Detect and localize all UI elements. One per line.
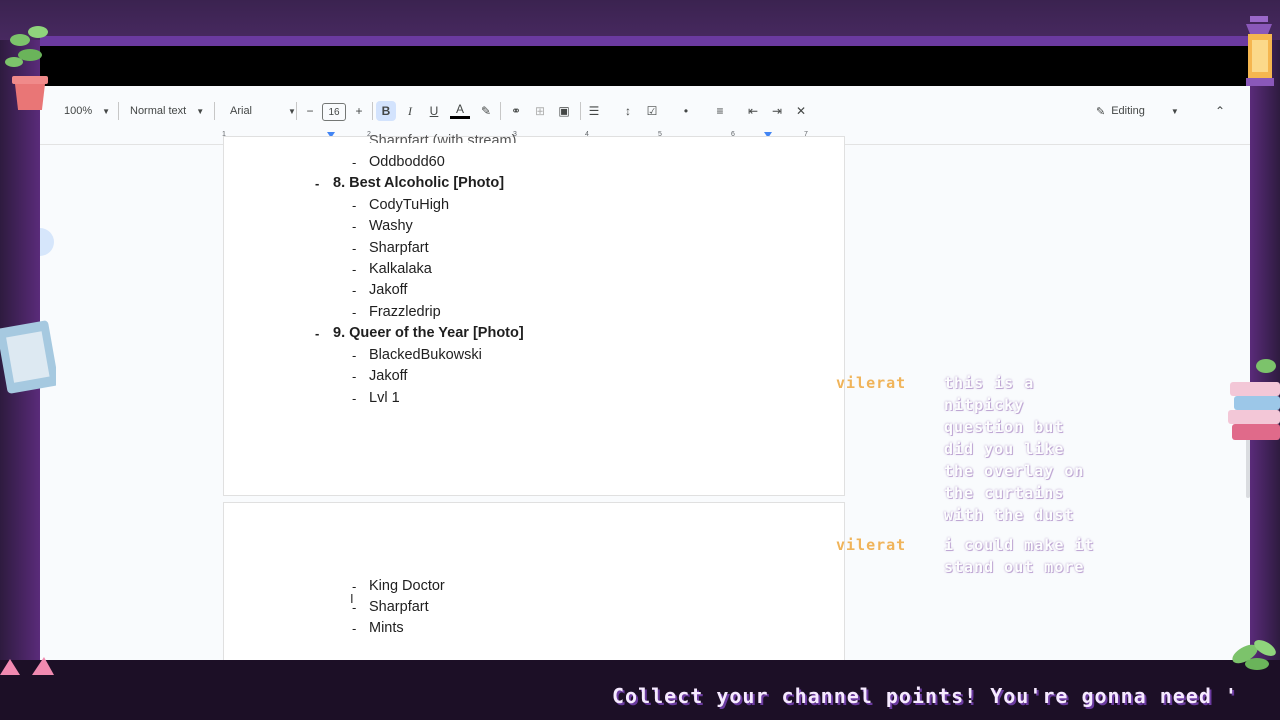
- list-dash: -: [352, 241, 357, 256]
- underline-icon[interactable]: U: [424, 101, 444, 121]
- text-color-icon[interactable]: A: [450, 101, 470, 119]
- list-dash: -: [352, 348, 357, 363]
- highlight-icon[interactable]: ✎: [476, 101, 496, 121]
- chat-message-line: did you like: [944, 440, 1065, 458]
- toolbar-divider: [296, 102, 297, 120]
- list-dash: -: [315, 176, 320, 191]
- chat-message-line: question but: [944, 418, 1065, 436]
- toolbar-divider: [118, 102, 119, 120]
- cat-ears-icon: [0, 657, 54, 675]
- chat-message-line: the curtains: [944, 484, 1065, 502]
- list-dash: -: [352, 262, 357, 277]
- increase-font-size-icon[interactable]: +: [349, 101, 369, 121]
- decrease-font-size-icon[interactable]: −: [300, 101, 320, 121]
- lantern-icon: [1246, 16, 1274, 86]
- font-size-input[interactable]: 16: [322, 103, 346, 121]
- image-icon[interactable]: ▣: [554, 101, 574, 121]
- stream-frame-border: [40, 36, 1250, 46]
- checklist-icon[interactable]: ☑: [642, 101, 662, 121]
- link-icon[interactable]: ⚭: [506, 101, 526, 121]
- font-value: Arial: [230, 105, 253, 117]
- zoom-select[interactable]: 100% ▼: [64, 100, 110, 122]
- chevron-down-icon: ▼: [196, 106, 205, 116]
- chevron-up-icon[interactable]: ⌃: [1210, 101, 1230, 121]
- list-dash: -: [352, 155, 357, 170]
- chevron-down-icon: ▼: [102, 106, 111, 116]
- toolbar-divider: [214, 102, 215, 120]
- list-item: Jakoff: [369, 282, 408, 298]
- italic-icon[interactable]: I: [400, 101, 420, 121]
- list-item: Oddbodd60: [369, 154, 445, 170]
- list-item: BlackedBukowski: [369, 347, 482, 363]
- list-dash: -: [352, 283, 357, 298]
- text-cursor-icon: I: [350, 591, 354, 606]
- toolbar-divider: [580, 102, 581, 120]
- toolbar-divider: [372, 102, 373, 120]
- list-item: King Doctor: [369, 578, 445, 594]
- list-item: Sharpfart: [369, 240, 429, 256]
- font-select[interactable]: Arial ▼: [230, 100, 296, 122]
- chat-username: vilerat: [836, 374, 907, 392]
- numbered-list-icon[interactable]: ≡: [710, 101, 730, 121]
- chat-message-line: with the dust: [944, 506, 1075, 524]
- style-value: Normal text: [130, 105, 187, 117]
- decrease-indent-icon[interactable]: ⇤: [743, 101, 763, 121]
- pencil-icon: ✎: [1096, 105, 1106, 118]
- chat-message-line: this is a: [944, 374, 1035, 392]
- list-item: Washy: [369, 218, 413, 234]
- editing-mode-label: Editing: [1111, 105, 1145, 117]
- comment-icon[interactable]: ⊞: [530, 101, 550, 121]
- doc-page[interactable]: - King Doctor - Sharpfart - Mints: [223, 502, 845, 660]
- doc-page[interactable]: Sharpfart (with stream) - Oddbodd60 - 8.…: [223, 133, 845, 496]
- chat-message-line: the overlay on: [944, 462, 1085, 480]
- toolbar-divider: [500, 102, 501, 120]
- list-dash: -: [352, 219, 357, 234]
- list-item: CodyTuHigh: [369, 197, 450, 213]
- category-heading: 9. Queer of the Year [Photo]: [333, 325, 524, 341]
- editing-mode-select[interactable]: ✎ Editing ▼: [1096, 101, 1196, 121]
- leaf-plant-icon: [1232, 640, 1276, 670]
- book-stack-icon: [1228, 359, 1280, 440]
- chat-message-line: i could make it: [944, 536, 1095, 554]
- list-dash: -: [315, 326, 320, 341]
- potted-plant-icon: [5, 26, 48, 110]
- chat-username: vilerat: [836, 536, 907, 554]
- list-item: Jakoff: [369, 368, 408, 384]
- list-dash: -: [352, 369, 357, 384]
- clear-formatting-icon[interactable]: ✕: [791, 101, 811, 121]
- chat-message-line: nitpicky: [944, 396, 1025, 414]
- chat-message-line: stand out more: [944, 558, 1085, 576]
- list-item: Kalkalaka: [369, 261, 432, 277]
- line-spacing-icon[interactable]: ↕: [618, 101, 638, 121]
- side-indicator: [40, 228, 54, 256]
- list-item: Sharpfart: [369, 599, 429, 615]
- list-item: Frazzledrip: [369, 304, 441, 320]
- zoom-value: 100%: [64, 105, 93, 117]
- chevron-down-icon: ▼: [288, 106, 296, 116]
- docs-toolbar: 100% ▼ Normal text ▼ Arial ▼ − 16 + B I …: [40, 86, 1250, 136]
- bold-icon[interactable]: B: [376, 101, 396, 121]
- chevron-down-icon: ▼: [1170, 106, 1179, 116]
- bullet-list-icon[interactable]: •: [676, 101, 696, 121]
- category-heading: 8. Best Alcoholic [Photo]: [333, 175, 505, 191]
- style-select[interactable]: Normal text ▼: [130, 100, 204, 122]
- increase-indent-icon[interactable]: ⇥: [767, 101, 787, 121]
- list-dash: -: [352, 305, 357, 320]
- channel-points-ticker: Collect your channel points! You're gonn…: [612, 684, 1238, 708]
- browser-top-bar: [40, 46, 1250, 86]
- list-item: Mints: [369, 620, 404, 636]
- list-dash: -: [352, 391, 357, 406]
- align-left-icon[interactable]: ☰: [584, 101, 604, 121]
- list-dash: -: [352, 198, 357, 213]
- cut-off-line: Sharpfart (with stream): [369, 133, 517, 143]
- list-item: Lvl 1: [369, 390, 400, 406]
- list-dash: -: [352, 621, 357, 636]
- picture-frame-icon: [0, 320, 56, 394]
